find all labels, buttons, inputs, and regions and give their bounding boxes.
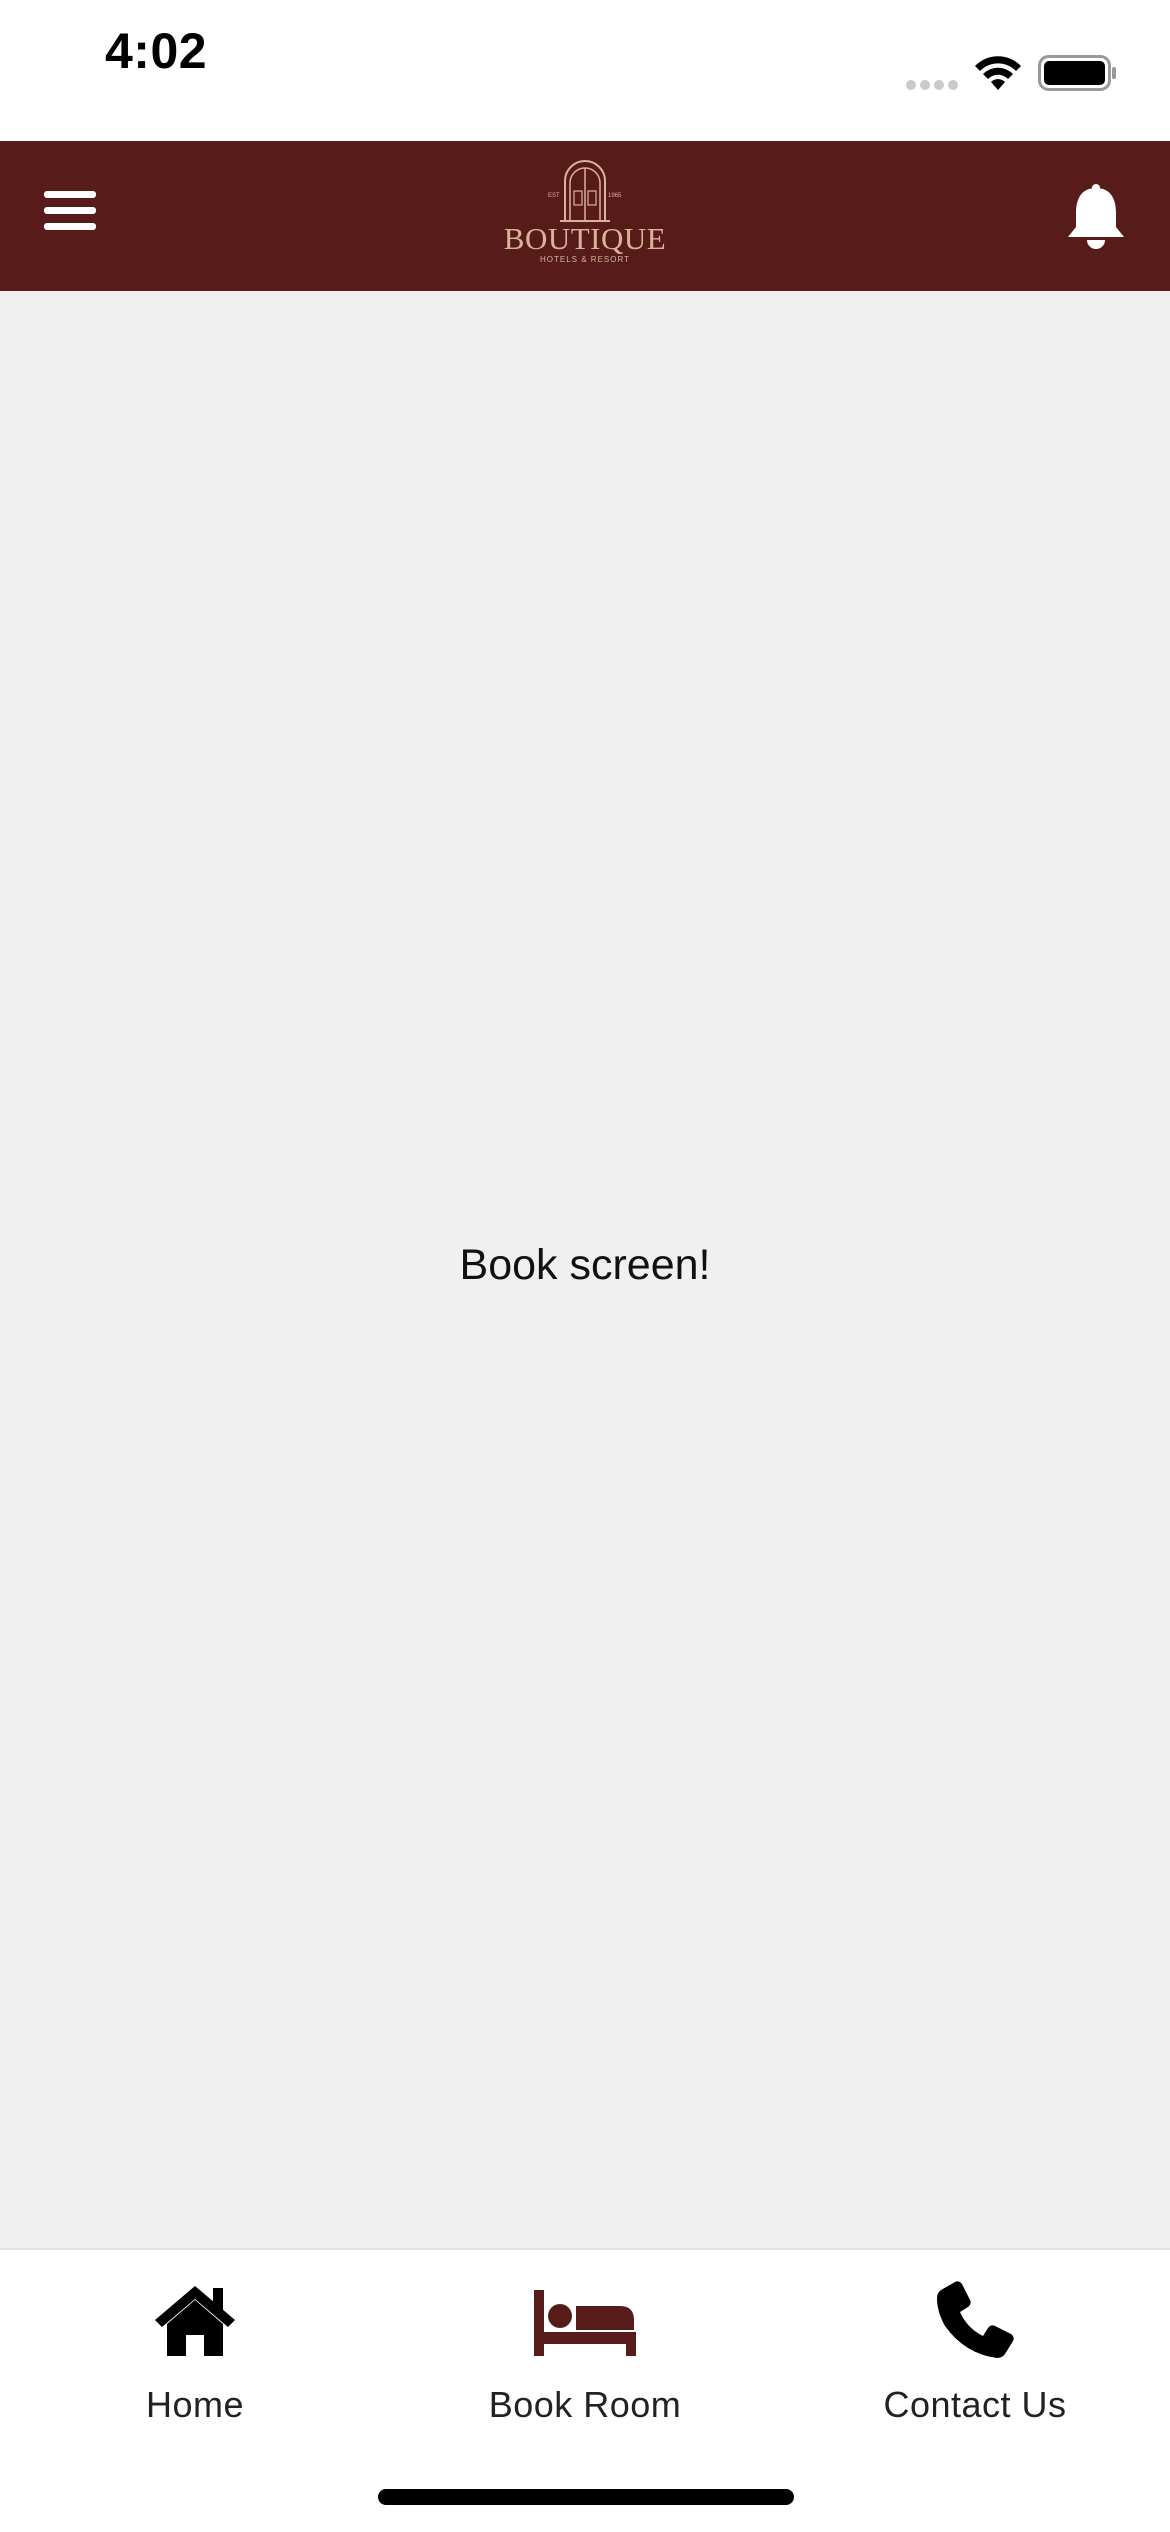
tab-contact-us[interactable]: Contact Us bbox=[780, 2280, 1170, 2460]
home-icon bbox=[155, 2286, 235, 2356]
brand-logo: EST 1965 BOUTIQUE HOTELS & RESORT bbox=[470, 153, 700, 279]
status-time: 4:02 bbox=[105, 23, 208, 79]
screen-message: Book screen! bbox=[459, 1241, 711, 1289]
notifications-button[interactable] bbox=[1058, 173, 1134, 259]
logo-est-right: 1965 bbox=[608, 193, 622, 199]
logo-subtitle: HOTELS & RESORT bbox=[540, 255, 630, 264]
app-header: EST 1965 BOUTIQUE HOTELS & RESORT bbox=[0, 141, 1170, 291]
tab-contact-us-label: Contact Us bbox=[883, 2384, 1067, 2425]
logo-est-left: EST bbox=[548, 193, 560, 199]
wifi-icon bbox=[975, 56, 1021, 90]
menu-button[interactable] bbox=[32, 173, 108, 249]
book-screen-content: Book screen! bbox=[0, 291, 1170, 2248]
signal-icon bbox=[906, 80, 958, 90]
bed-icon bbox=[534, 2290, 636, 2356]
home-indicator[interactable] bbox=[378, 2489, 794, 2505]
hamburger-menu-icon bbox=[44, 191, 96, 230]
battery-icon bbox=[1038, 55, 1116, 91]
tab-book-room[interactable]: Book Room bbox=[390, 2280, 780, 2460]
tab-book-room-label: Book Room bbox=[488, 2384, 682, 2425]
tab-home[interactable]: Home bbox=[0, 2280, 390, 2460]
phone-icon bbox=[937, 2281, 1014, 2358]
app-screen: 4:02 EST 1965 BOUTIQUE HOTELS & RESORT B… bbox=[0, 0, 1170, 2532]
bell-icon bbox=[1068, 184, 1124, 249]
door-emblem-icon: EST 1965 bbox=[548, 160, 622, 222]
logo-name: BOUTIQUE bbox=[503, 221, 667, 256]
tab-home-label: Home bbox=[145, 2384, 245, 2425]
status-bar: 4:02 bbox=[0, 0, 1170, 141]
